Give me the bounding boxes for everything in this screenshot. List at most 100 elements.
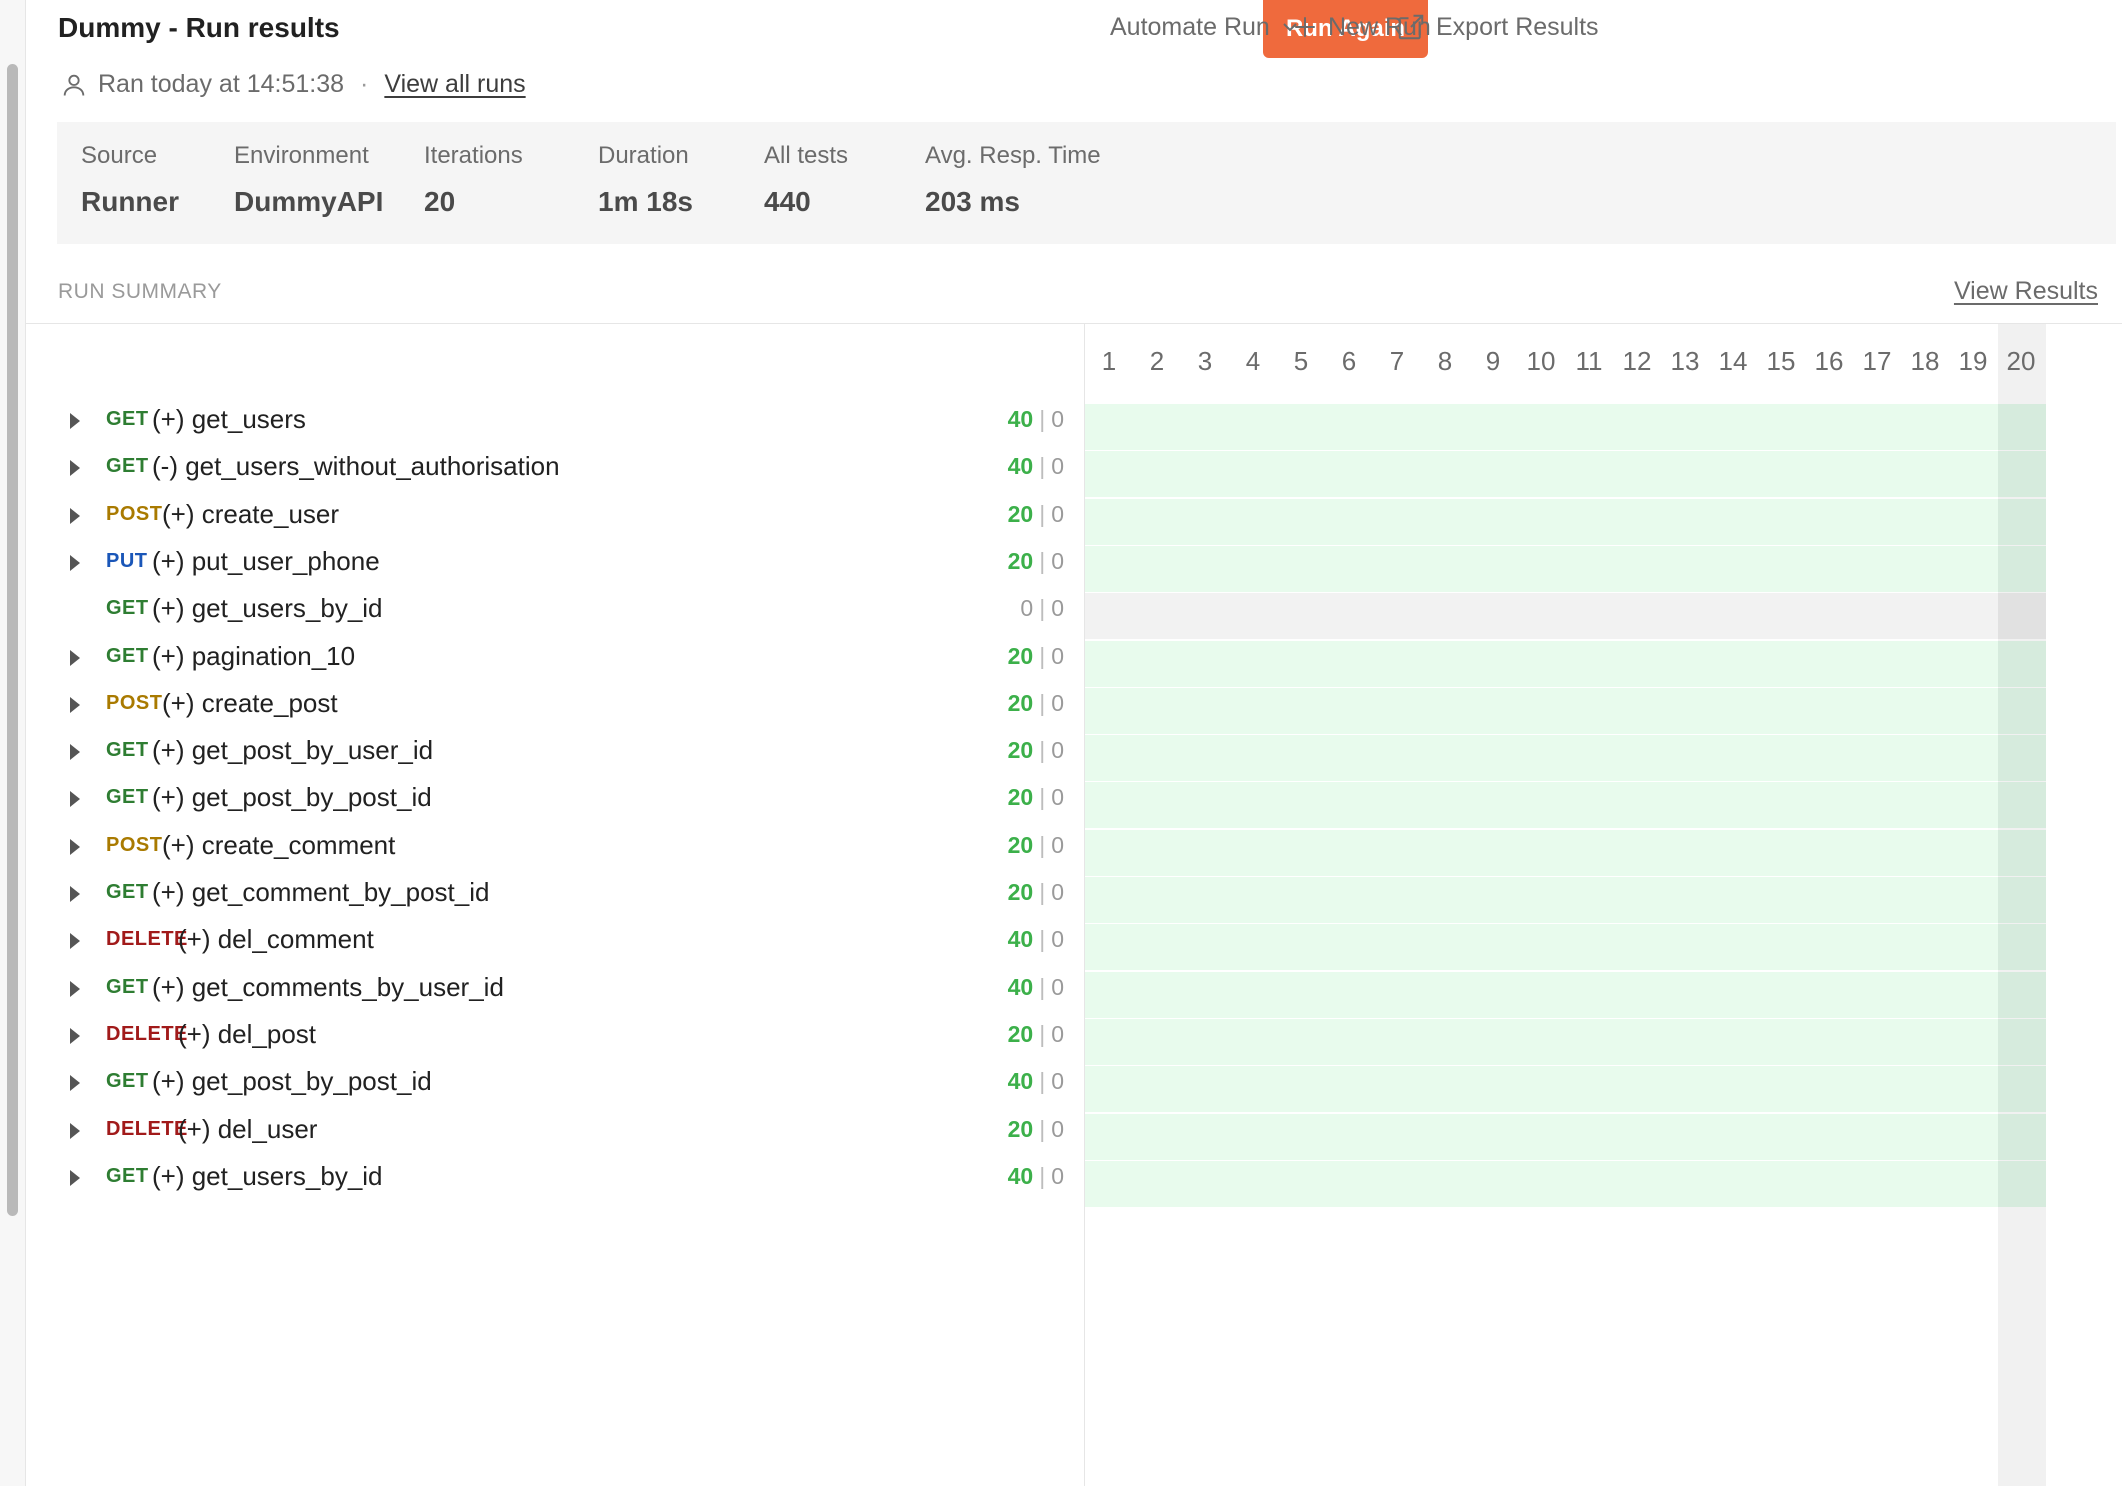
request-name[interactable]: (+) del_post [178, 1019, 316, 1050]
view-all-runs-link[interactable]: View all runs [384, 70, 525, 99]
selected-iteration-cell[interactable] [1998, 1160, 2046, 1207]
passed-count: 20 [1007, 1020, 1034, 1047]
expand-caret-icon[interactable] [70, 980, 80, 997]
request-name[interactable]: (+) get_users_by_id [152, 593, 383, 624]
request-name[interactable]: (+) del_user [178, 1114, 317, 1145]
ran-timestamp: Ran today at 14:51:38 [98, 70, 345, 98]
iteration-20[interactable]: 20 [1997, 324, 2045, 396]
expand-caret-icon[interactable] [70, 838, 80, 855]
request-name[interactable]: (+) pagination_10 [152, 641, 355, 672]
vertical-scrollbar[interactable] [0, 0, 26, 1486]
expand-caret-icon[interactable] [70, 696, 80, 713]
run-results-page: Dummy - Run results Ran today at 14:51:3… [26, 0, 2122, 1486]
test-counts: 40 | 0 [944, 926, 1064, 953]
iteration-12[interactable]: 12 [1613, 324, 1661, 396]
request-name[interactable]: (+) create_comment [162, 830, 395, 861]
view-results-link[interactable]: View Results [1954, 277, 2098, 306]
failed-count: 0 [1051, 1115, 1064, 1142]
stat-value: 203 ms [925, 186, 1020, 217]
passed-count: 20 [1007, 689, 1034, 716]
expand-caret-icon[interactable] [70, 413, 80, 429]
stat-all-tests: All tests 440 [764, 142, 848, 218]
request-name[interactable]: (+) create_post [162, 688, 338, 719]
count-separator: | [1039, 500, 1046, 527]
passed-count: 0 [1020, 595, 1034, 622]
passed-count: 40 [1007, 973, 1034, 1000]
expand-caret-icon[interactable] [70, 460, 80, 477]
expand-caret-icon[interactable] [70, 1027, 80, 1044]
test-counts: 20 | 0 [944, 643, 1064, 670]
failed-count: 0 [1051, 1162, 1064, 1189]
failed-count: 0 [1051, 926, 1064, 953]
test-counts: 20 | 0 [944, 784, 1064, 811]
expand-caret-icon[interactable] [70, 554, 80, 571]
iteration-19[interactable]: 19 [1949, 324, 1997, 396]
request-name[interactable]: (+) get_post_by_user_id [152, 735, 433, 766]
iteration-1[interactable]: 1 [1085, 324, 1133, 396]
iteration-15[interactable]: 15 [1757, 324, 1805, 396]
scrollbar-thumb[interactable] [7, 64, 18, 1216]
expand-caret-icon[interactable] [70, 1169, 80, 1186]
request-name[interactable]: (-) get_users_without_authorisation [152, 451, 560, 482]
export-results-button[interactable]: Export Results [1396, 8, 1599, 46]
expand-caret-icon[interactable] [70, 933, 80, 950]
iteration-11[interactable]: 11 [1565, 324, 1613, 396]
passed-count: 20 [1007, 784, 1034, 811]
automate-run-label: Automate Run [1110, 12, 1270, 41]
request-name[interactable]: (+) get_comments_by_user_id [152, 972, 504, 1003]
iteration-14[interactable]: 14 [1709, 324, 1757, 396]
http-method-badge: GET [106, 881, 149, 903]
request-name[interactable]: (+) get_post_by_post_id [152, 782, 432, 813]
test-counts: 20 | 0 [944, 1021, 1064, 1048]
iteration-result-bar[interactable] [1085, 1160, 2046, 1207]
meta-separator: · [360, 70, 369, 98]
http-method-badge: PUT [106, 549, 148, 572]
failed-count: 0 [1051, 406, 1064, 432]
expand-caret-icon[interactable] [70, 1122, 80, 1139]
expand-caret-icon[interactable] [70, 649, 80, 666]
passed-count: 20 [1007, 1115, 1034, 1142]
iteration-5[interactable]: 5 [1277, 324, 1325, 396]
failed-count: 0 [1051, 642, 1064, 669]
iteration-6[interactable]: 6 [1325, 324, 1373, 396]
iteration-8[interactable]: 8 [1421, 324, 1469, 396]
request-name[interactable]: (+) get_users_by_id [152, 1161, 383, 1192]
expand-caret-icon[interactable] [70, 1075, 80, 1092]
iteration-18[interactable]: 18 [1901, 324, 1949, 396]
test-counts: 20 | 0 [944, 1116, 1064, 1143]
count-separator: | [1039, 1115, 1046, 1142]
iteration-3[interactable]: 3 [1181, 324, 1229, 396]
http-method-badge: GET [106, 1164, 149, 1187]
stat-avg-response-time: Avg. Resp. Time 203 ms [925, 142, 1101, 218]
expand-caret-icon[interactable] [70, 791, 80, 808]
failed-count: 0 [1051, 689, 1064, 716]
request-name[interactable]: (+) get_post_by_post_id [152, 1066, 432, 1097]
request-name[interactable]: (+) get_users [152, 404, 306, 435]
request-name[interactable]: (+) create_user [162, 499, 339, 530]
iteration-2[interactable]: 2 [1133, 324, 1181, 396]
request-name[interactable]: (+) put_user_phone [152, 546, 380, 577]
http-method-badge: GET [106, 597, 149, 620]
iteration-4[interactable]: 4 [1229, 324, 1277, 396]
expand-caret-icon[interactable] [70, 886, 80, 902]
passed-count: 20 [1007, 500, 1034, 527]
iteration-13[interactable]: 13 [1661, 324, 1709, 396]
iteration-9[interactable]: 9 [1469, 324, 1517, 396]
stat-label: Duration [598, 142, 689, 169]
iteration-7[interactable]: 7 [1373, 324, 1421, 396]
iteration-16[interactable]: 16 [1805, 324, 1853, 396]
automate-run-dropdown[interactable]: Automate Run [1110, 8, 1300, 46]
iteration-10[interactable]: 10 [1517, 324, 1565, 396]
failed-count: 0 [1051, 453, 1064, 480]
expand-caret-icon[interactable] [70, 744, 80, 761]
request-name[interactable]: (+) del_comment [178, 924, 374, 955]
passed-count: 40 [1007, 406, 1034, 432]
test-counts: 20 | 0 [944, 501, 1064, 528]
iteration-17[interactable]: 17 [1853, 324, 1901, 396]
failed-count: 0 [1051, 879, 1064, 905]
expand-caret-icon[interactable] [70, 507, 80, 524]
request-row[interactable]: GET (+) get_users_by_id 40 | 0 [26, 1147, 2122, 1211]
stat-value: 20 [424, 186, 456, 217]
failed-count: 0 [1051, 784, 1064, 811]
request-name[interactable]: (+) get_comment_by_post_id [152, 877, 489, 908]
